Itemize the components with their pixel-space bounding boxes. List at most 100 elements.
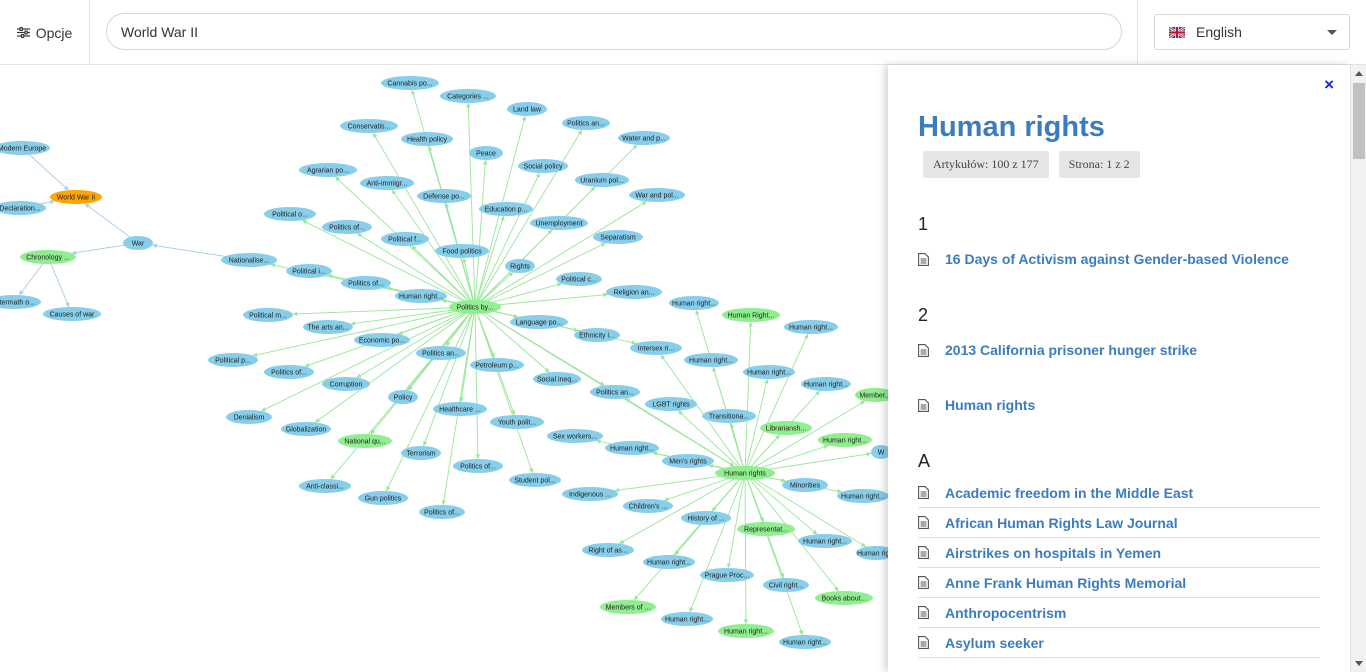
graph-node-humanright14[interactable]: Human right...	[661, 612, 713, 626]
article-link[interactable]: Anthropocentrism	[918, 598, 1320, 628]
graph-node-librariansh[interactable]: Librariansh...	[760, 421, 812, 435]
graph-node-humanright11[interactable]: Human right...	[798, 534, 852, 548]
graph-node-civilright[interactable]: Civil right...	[763, 578, 809, 592]
graph-node-humanright15[interactable]: Human right...	[718, 624, 774, 638]
graph-node-nationalise[interactable]: Nationalise...	[221, 253, 277, 267]
article-link[interactable]: African Human Rights Law Journal	[918, 508, 1320, 538]
graph-node-gun[interactable]: Gun politics	[358, 491, 408, 505]
graph-node-declaration[interactable]: Declaration...	[0, 201, 46, 215]
graph-node-anticlassi[interactable]: Anti-classi...	[299, 479, 351, 493]
graph-node-conservatis[interactable]: Conservatis...	[340, 119, 398, 133]
graph-node-war[interactable]: War	[123, 236, 153, 250]
graph-node-youth[interactable]: Youth polit...	[490, 415, 544, 429]
graph-node-health[interactable]: Health policy	[401, 132, 453, 146]
graph-node-corruption[interactable]: Corruption	[322, 377, 370, 391]
graph-node-education[interactable]: Education p...	[479, 202, 533, 216]
graph-node-politicsan1[interactable]: Politics an...	[562, 116, 610, 130]
graph-node-politicsby[interactable]: Politics by...	[449, 300, 501, 314]
graph-node-denialism[interactable]: Denialism	[226, 410, 272, 424]
graph-node-ww2[interactable]: World War II	[50, 190, 102, 204]
graph-node-food[interactable]: Food politics	[435, 244, 489, 258]
graph-node-politicsof4[interactable]: Politics of...	[453, 459, 503, 473]
graph-node-student[interactable]: Student pol...	[509, 473, 561, 487]
graph-node-cannabis[interactable]: Cannabis po...	[381, 76, 439, 90]
graph-node-humanright4[interactable]: Human right...	[784, 320, 838, 334]
graph-node-warandpol[interactable]: War and pol...	[629, 188, 685, 202]
graph-node-humanright10[interactable]: Human right...	[837, 489, 888, 503]
graph-node-humanRight3[interactable]: Human Right...	[722, 308, 780, 322]
graph-node-artsan[interactable]: The arts an...	[303, 320, 353, 334]
scrollbar-thumb[interactable]	[1353, 83, 1365, 159]
graph-node-politicsof5[interactable]: Politics of...	[419, 505, 465, 519]
graph-node-intersex[interactable]: Intersex ri...	[630, 341, 682, 355]
article-link[interactable]: Airstrikes on hospitals in Yemen	[918, 538, 1320, 568]
graph-node-politicalf[interactable]: Political f...	[381, 232, 429, 246]
graph-node-politicsof3[interactable]: Politics of...	[264, 365, 314, 379]
graph-node-agrarian[interactable]: Agrarian po...	[299, 163, 357, 177]
graph-node-politicsan2[interactable]: Politics an...	[416, 346, 466, 360]
graph-node-chronology[interactable]: Chronology ...	[20, 250, 76, 264]
article-link[interactable]: Asylum seeker	[918, 628, 1320, 658]
graph-node-membersof[interactable]: Members of ...	[600, 600, 656, 614]
graph-node-indigenous[interactable]: Indigenous ...	[562, 487, 618, 501]
graph-node-humanright8[interactable]: Human right...	[818, 433, 872, 447]
graph-node-humanright16[interactable]: Human right...	[779, 635, 831, 649]
graph-node-politicali[interactable]: Political i...	[286, 264, 332, 278]
graph-node-historyof[interactable]: History of ...	[681, 511, 731, 525]
graph-node-transitiona[interactable]: Transitiona...	[702, 409, 756, 423]
scrollbar[interactable]	[1350, 65, 1366, 672]
graph-node-humanright6[interactable]: Human right...	[743, 365, 795, 379]
scroll-down-icon[interactable]	[1355, 661, 1363, 666]
graph-node-humanrights[interactable]: Human rights	[715, 466, 775, 480]
graph-node-unemploy[interactable]: Unemployment	[530, 216, 588, 230]
graph-canvas[interactable]: Modern Europe World War II Declaration... W…	[0, 65, 888, 672]
graph-node-economic[interactable]: Economic po...	[354, 333, 410, 347]
graph-node-social[interactable]: Social policy	[518, 159, 568, 173]
graph-node-representat[interactable]: Representat...	[737, 522, 795, 536]
article-link[interactable]: 16 Days of Activism against Gender-based…	[918, 241, 1320, 277]
graph-node-politicalp[interactable]: Political p...	[208, 353, 258, 367]
graph-node-nationalqu[interactable]: National qu...	[338, 434, 392, 448]
graph-node-antiimmigr[interactable]: Anti-immigr...	[360, 176, 414, 190]
graph-node-religion[interactable]: Religion an...	[606, 285, 662, 299]
graph-node-rightofas[interactable]: Right of as...	[582, 543, 634, 557]
options-button[interactable]: Opcje	[0, 0, 90, 65]
graph-node-humanright1[interactable]: Human right...	[395, 289, 447, 303]
graph-node-lgbt[interactable]: LGBT rights	[645, 397, 697, 411]
graph-node-ethnicity[interactable]: Ethnicity i...	[574, 328, 620, 342]
graph-node-language[interactable]: Language po...	[510, 315, 568, 329]
article-link[interactable]: Human rights	[918, 387, 1320, 423]
graph-node-defense[interactable]: Defense po...	[417, 189, 471, 203]
graph-node-edgeW[interactable]: W	[871, 445, 888, 459]
graph-node-politicalm[interactable]: Political m...	[243, 308, 293, 322]
graph-node-aftermath[interactable]: Aftermath o...	[0, 295, 41, 309]
graph-node-separatism[interactable]: Separatism	[593, 230, 643, 244]
graph-node-humanright5[interactable]: Human right...	[684, 353, 738, 367]
search-input[interactable]	[106, 13, 1122, 50]
graph-node-humanright7[interactable]: Human right...	[801, 377, 851, 391]
graph-node-humanrig12[interactable]: Human rig...	[856, 546, 888, 560]
graph-node-categories[interactable]: Categories ...	[440, 89, 496, 103]
graph-node-politicalc[interactable]: Political c...	[556, 272, 602, 286]
graph-node-terrorism[interactable]: Terrorism	[401, 446, 441, 460]
graph-node-member1[interactable]: Member...	[855, 388, 888, 402]
graph-node-pragueproc[interactable]: Prague Proc...	[700, 568, 754, 582]
graph-node-landlaw[interactable]: Land law	[507, 102, 547, 116]
graph-node-humanright13[interactable]: Human right...	[643, 555, 695, 569]
graph-node-globalization[interactable]: Globalization	[281, 422, 331, 436]
network-graph[interactable]: Modern Europe World War II Declaration... W…	[0, 65, 888, 672]
graph-node-mensrights[interactable]: Men's rights	[662, 454, 714, 468]
graph-node-causes[interactable]: Causes of war	[43, 307, 101, 321]
graph-node-healthcare[interactable]: Healthcare ...	[433, 402, 487, 416]
graph-node-peace[interactable]: Peace	[469, 146, 503, 160]
graph-node-humanright2[interactable]: Human right...	[669, 296, 719, 310]
graph-node-modern-europe[interactable]: Modern Europe	[0, 141, 50, 155]
graph-node-politicalo[interactable]: Political o...	[264, 207, 316, 221]
scroll-up-icon[interactable]	[1355, 71, 1363, 76]
graph-node-rights[interactable]: Rights	[505, 259, 535, 273]
graph-node-politicsan3[interactable]: Politics an...	[590, 385, 640, 399]
graph-node-booksabout[interactable]: Books about...	[815, 591, 873, 605]
article-link[interactable]: 2013 California prisoner hunger strike	[918, 332, 1320, 368]
graph-node-socialineq[interactable]: Social ineq...	[533, 372, 581, 386]
graph-node-politicsof2[interactable]: Politics of...	[341, 276, 391, 290]
